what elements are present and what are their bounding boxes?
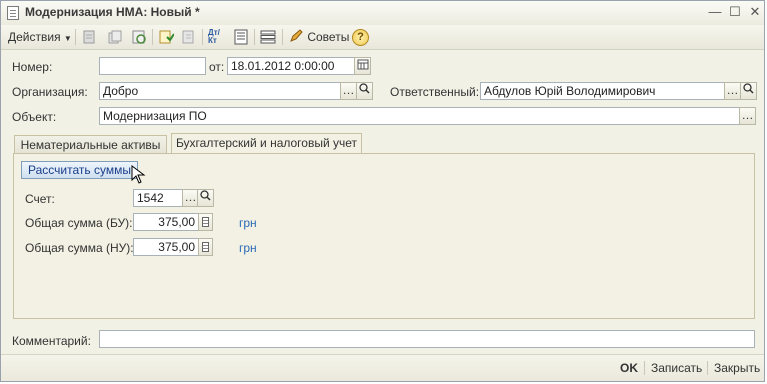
close-button[interactable]: Закрыть <box>714 361 760 375</box>
advice-label: Советы <box>307 30 350 44</box>
organization-label: Организация: <box>12 85 88 99</box>
account-field[interactable]: 1542 <box>133 189 183 207</box>
responsible-open-button[interactable] <box>740 82 757 100</box>
organization-select-button[interactable]: … <box>340 82 357 100</box>
number-field[interactable] <box>99 57 206 75</box>
structure-icon[interactable] <box>260 29 276 45</box>
date-field[interactable]: 18.01.2012 0:00:00 <box>227 57 355 75</box>
add-document-icon[interactable] <box>81 29 97 45</box>
maximize-button[interactable]: ☐ <box>726 4 744 20</box>
sum-nu-field[interactable]: 375,00 <box>133 238 199 256</box>
search-icon <box>200 190 211 201</box>
actions-menu-label: Действия <box>8 30 61 44</box>
toolbar-divider <box>75 29 76 45</box>
calculator-icon[interactable] <box>198 238 213 256</box>
chevron-down-icon: ▼ <box>63 34 72 43</box>
actions-menu[interactable]: Действия ▼ <box>8 28 72 46</box>
comment-label: Комментарий: <box>12 334 91 348</box>
calculate-sums-button[interactable]: Рассчитать суммы <box>21 161 138 179</box>
toolbar-divider <box>254 29 255 45</box>
object-label: Объект: <box>12 110 57 124</box>
dtkt-icon[interactable]: Дт/Кт <box>208 29 224 45</box>
ok-button[interactable]: OK <box>620 361 638 375</box>
account-label: Счет: <box>25 192 55 206</box>
copy-document-icon[interactable] <box>107 29 123 45</box>
document-icon <box>7 6 19 20</box>
help-icon[interactable]: ? <box>352 29 369 46</box>
sum-bu-label: Общая сумма (БУ): <box>25 216 133 230</box>
document-window: Модернизация НМА: Новый * — ☐ ✕ Действия… <box>0 0 765 382</box>
tab-accounting[interactable]: Бухгалтерский и налоговый учет <box>171 133 362 154</box>
responsible-field[interactable]: Абдулов Юрій Володимирович <box>480 82 725 100</box>
mouse-cursor-icon <box>131 165 146 184</box>
tab-intangible-assets[interactable]: Нематериальные активы <box>14 135 167 155</box>
object-select-button[interactable]: … <box>739 107 756 125</box>
responsible-label: Ответственный: <box>390 85 480 99</box>
calendar-icon <box>357 59 368 70</box>
footer-divider <box>644 361 645 375</box>
comment-field[interactable] <box>99 330 755 348</box>
number-label: Номер: <box>12 60 53 74</box>
search-icon <box>743 83 754 94</box>
save-button[interactable]: Записать <box>651 361 702 375</box>
sum-nu-unit: грн <box>239 241 257 255</box>
advice-button[interactable]: Советы <box>288 28 349 46</box>
unpost-document-icon[interactable] <box>181 29 197 45</box>
footer-bar: OK Записать Закрыть <box>1 354 764 381</box>
responsible-select-button[interactable]: … <box>724 82 741 100</box>
organization-open-button[interactable] <box>356 82 373 100</box>
account-open-button[interactable] <box>197 189 214 207</box>
organization-field[interactable]: Добро <box>99 82 341 100</box>
close-window-button[interactable]: ✕ <box>746 4 764 20</box>
post-document-icon[interactable] <box>158 29 174 45</box>
toolbar: Действия ▼ Дт/Кт Советы ? <box>1 25 764 50</box>
sum-nu-label: Общая сумма (НУ): <box>25 241 134 255</box>
sum-bu-unit: грн <box>239 216 257 230</box>
date-label: от: <box>209 60 225 74</box>
minimize-button[interactable]: — <box>706 4 724 20</box>
toolbar-divider <box>152 29 153 45</box>
object-field[interactable]: Модернизация ПО <box>99 107 740 125</box>
calendar-button[interactable] <box>354 57 371 75</box>
footer-divider <box>707 361 708 375</box>
calculator-icon[interactable] <box>198 213 213 231</box>
search-icon <box>359 83 370 94</box>
sum-bu-field[interactable]: 375,00 <box>133 213 199 231</box>
report-icon[interactable] <box>233 29 249 45</box>
toolbar-divider <box>202 29 203 45</box>
pencil-icon <box>290 29 303 42</box>
toolbar-divider <box>282 29 283 45</box>
window-title: Модернизация НМА: Новый * <box>25 5 200 19</box>
refresh-document-icon[interactable] <box>131 29 147 45</box>
title-bar: Модернизация НМА: Новый * — ☐ ✕ <box>1 1 764 26</box>
